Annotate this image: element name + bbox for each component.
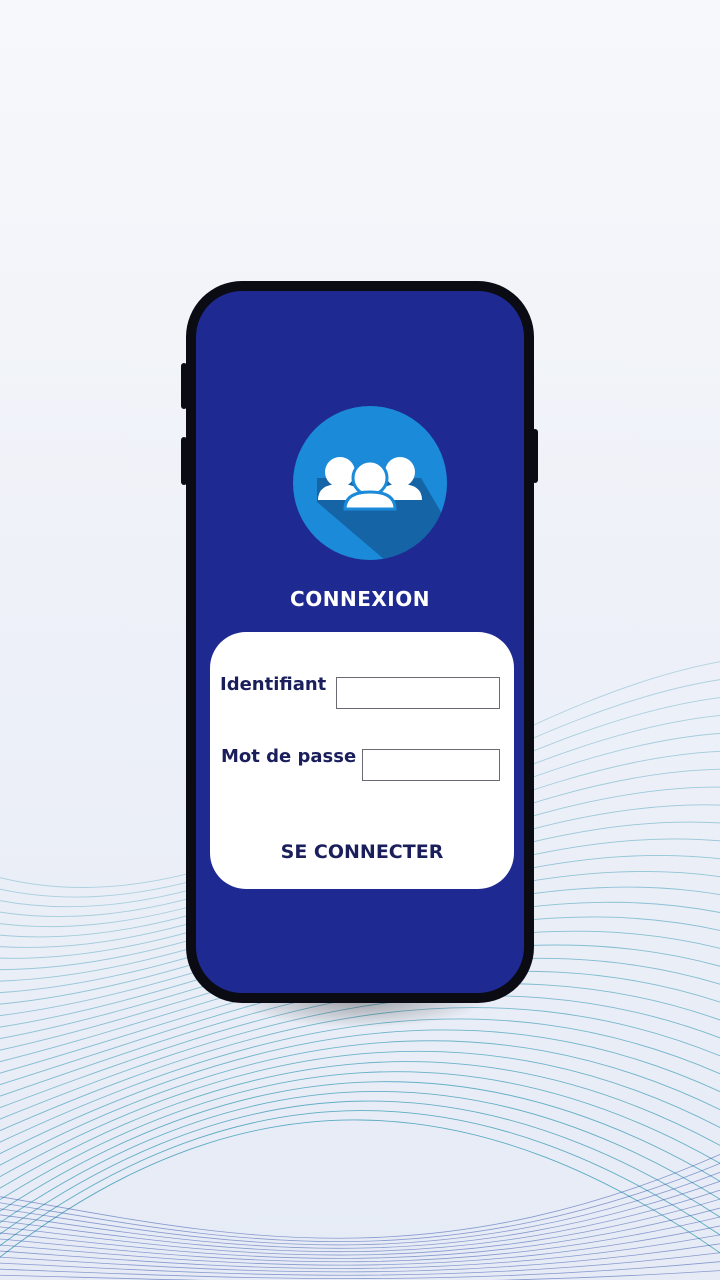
wave-line — [0, 1243, 720, 1273]
users-group-icon — [317, 457, 447, 560]
phone-side-button-upper-left — [181, 363, 187, 409]
wave-line — [0, 1171, 720, 1246]
wave-line — [0, 1119, 720, 1258]
wave-line — [0, 1050, 720, 1178]
wave-line — [0, 1081, 720, 1212]
username-label: Identifiant — [220, 674, 327, 695]
wave-line — [0, 1061, 720, 1189]
phone-side-button-right — [532, 429, 538, 483]
wave-line — [0, 1029, 720, 1155]
phone-screen: CONNEXION Identifiant Mot de passe SE CO… — [196, 291, 524, 993]
password-label: Mot de passe — [221, 746, 357, 767]
users-avatar — [293, 406, 447, 560]
username-field[interactable] — [336, 677, 500, 709]
wave-line — [0, 1234, 720, 1269]
phone-side-button-lower-left — [181, 437, 187, 485]
wave-line — [0, 1198, 720, 1256]
page-title: CONNEXION — [290, 587, 430, 611]
phone-mockup: CONNEXION Identifiant Mot de passe SE CO… — [181, 281, 538, 1003]
wave-line — [0, 1207, 720, 1259]
wave-line — [0, 1040, 720, 1166]
login-card: Identifiant Mot de passe SE CONNECTER — [210, 632, 514, 889]
login-button[interactable]: SE CONNECTER — [250, 832, 474, 872]
password-field[interactable] — [362, 749, 500, 781]
wave-line — [0, 1189, 720, 1253]
wave-line — [0, 1162, 720, 1242]
